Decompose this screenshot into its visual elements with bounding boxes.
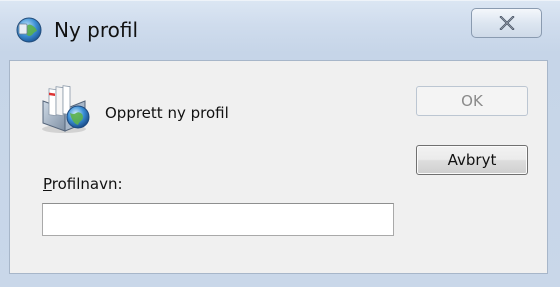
close-icon: [498, 16, 515, 30]
profile-name-input[interactable]: [42, 203, 394, 236]
mail-globe-icon: [14, 15, 44, 45]
profile-name-label-text: rofilnavn:: [51, 175, 123, 193]
dialog-window: Ny profil Opprett ny profil Profilnavn: …: [0, 0, 560, 287]
ok-button[interactable]: OK: [416, 86, 528, 116]
window-title: Ny profil: [54, 18, 139, 42]
profile-name-label: Profilnavn:: [43, 175, 123, 193]
dialog-body: Opprett ny profil Profilnavn: OK Avbryt: [9, 60, 548, 274]
access-key: P: [43, 175, 52, 193]
title-bar[interactable]: Ny profil: [0, 1, 560, 59]
mail-server-icon: [37, 79, 93, 135]
close-button[interactable]: [471, 8, 542, 38]
cancel-button[interactable]: Avbryt: [416, 145, 528, 175]
dialog-heading: Opprett ny profil: [105, 104, 229, 122]
